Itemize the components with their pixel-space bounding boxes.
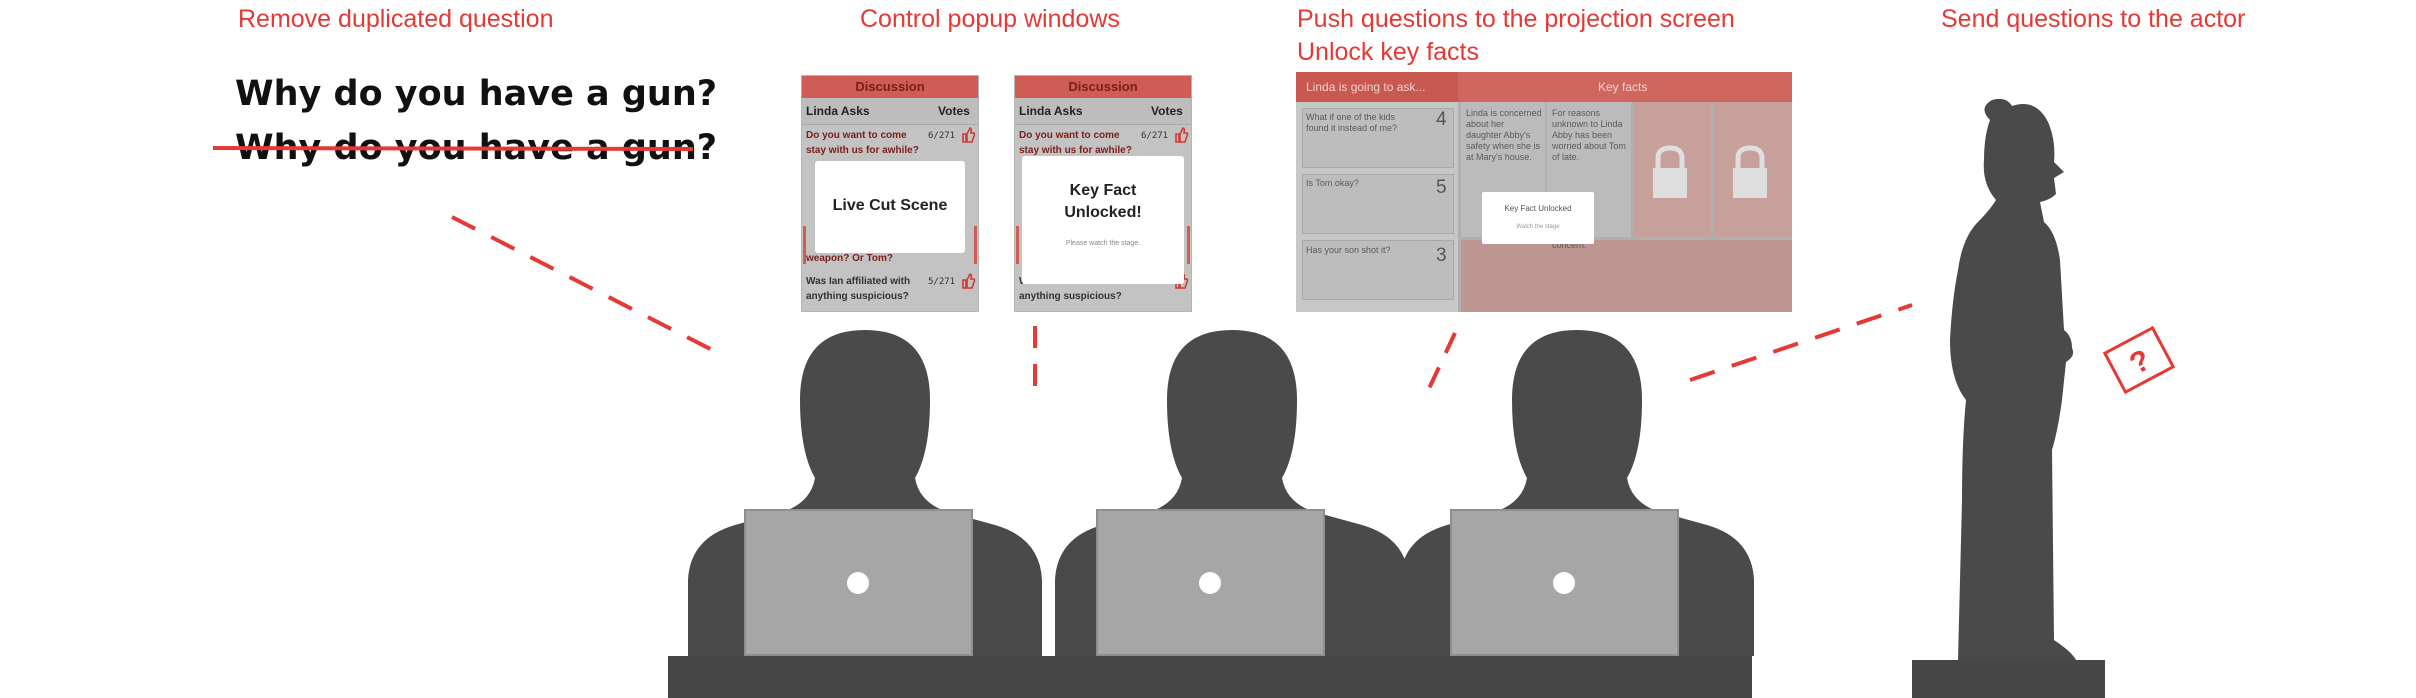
dashed-connector — [451, 215, 727, 359]
laptop-logo-3 — [1553, 572, 1575, 594]
scene-illustration: ? — [451, 98, 2176, 698]
desk — [668, 656, 1752, 698]
question-card-icon: ? — [2102, 325, 2176, 395]
dashed-connector — [1689, 303, 1913, 382]
laptop-logo-2 — [1199, 572, 1221, 594]
diagram-canvas: Remove duplicated question Control popup… — [0, 0, 2416, 698]
stage-platform — [1912, 660, 2105, 698]
laptop-logo-1 — [847, 572, 869, 594]
dashed-connector — [1424, 332, 1457, 396]
actor-silhouette — [1950, 98, 2076, 661]
